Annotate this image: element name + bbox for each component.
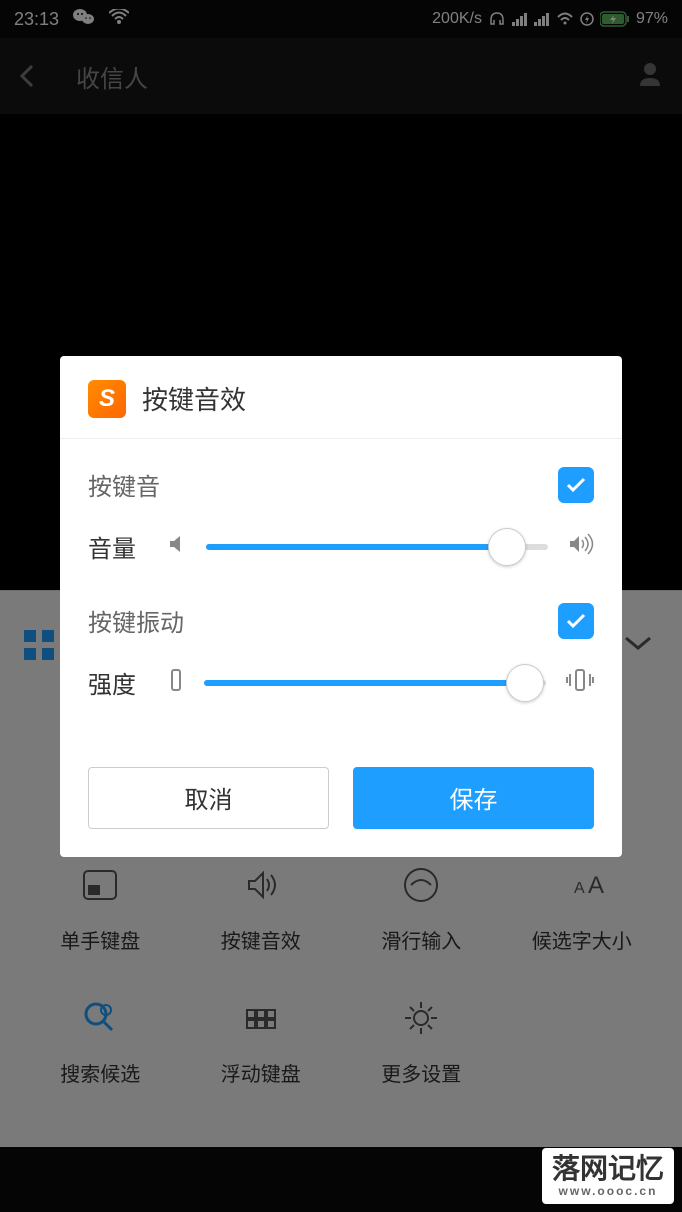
watermark-sub: www.oooc.cn — [559, 1185, 658, 1198]
key-sound-checkbox[interactable] — [558, 467, 594, 503]
strength-slider[interactable] — [204, 663, 546, 703]
strength-label: 强度 — [88, 665, 148, 700]
key-sound-label: 按键音 — [88, 467, 160, 502]
vibration-low-icon — [168, 668, 184, 697]
watermark: 落网记忆 www.oooc.cn — [542, 1148, 674, 1204]
vibration-label: 按键振动 — [88, 603, 184, 638]
cancel-button[interactable]: 取消 — [88, 767, 329, 829]
modal-title: 按键音效 — [142, 380, 246, 417]
volume-high-icon — [568, 532, 594, 561]
vibration-high-icon — [566, 668, 594, 697]
volume-slider[interactable] — [206, 527, 548, 567]
sound-settings-modal: S 按键音效 按键音 音量 — [60, 356, 622, 857]
save-label: 保存 — [450, 780, 498, 815]
modal-header: S 按键音效 — [60, 356, 622, 439]
modal-overlay[interactable]: S 按键音效 按键音 音量 — [0, 0, 682, 1212]
volume-low-icon — [168, 534, 186, 559]
vibration-checkbox[interactable] — [558, 603, 594, 639]
cancel-label: 取消 — [185, 780, 233, 815]
save-button[interactable]: 保存 — [353, 767, 594, 829]
sogou-logo: S — [88, 380, 126, 418]
volume-label: 音量 — [88, 529, 148, 564]
watermark-main: 落网记忆 — [552, 1154, 664, 1185]
